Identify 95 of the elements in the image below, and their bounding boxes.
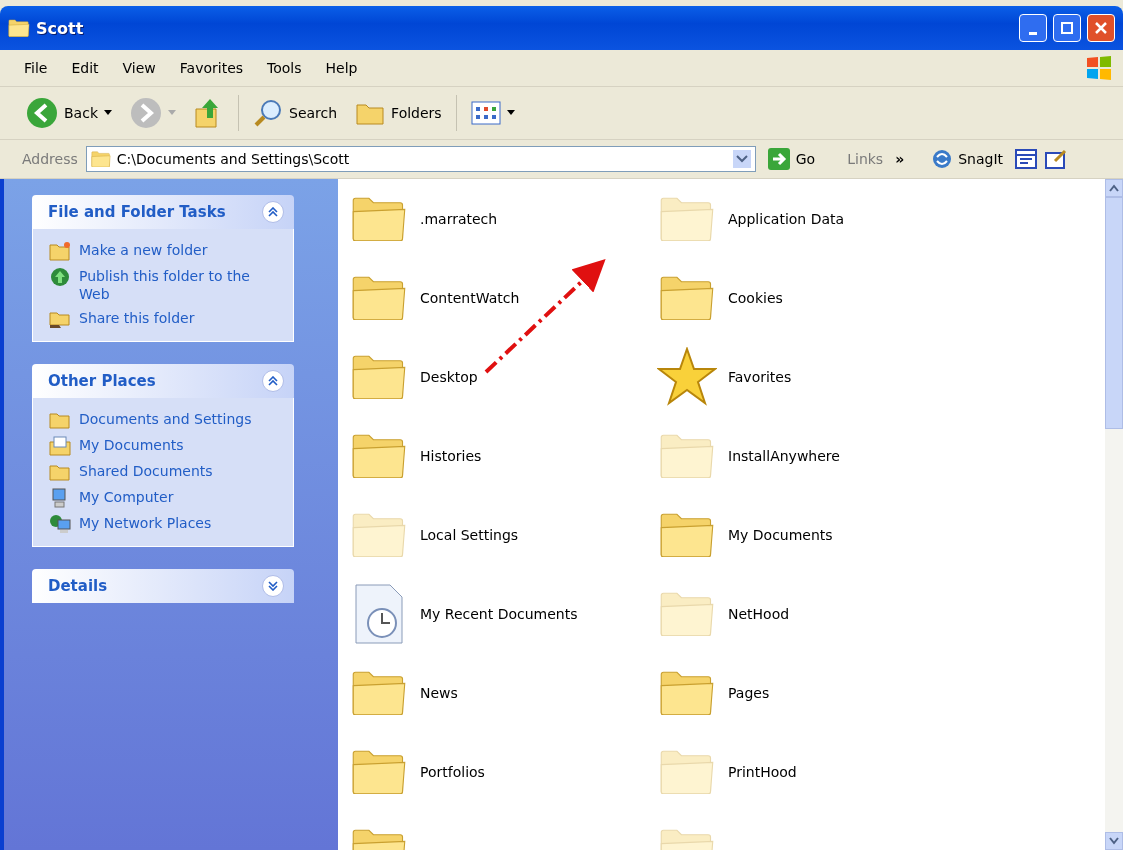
folder-icon [49, 462, 71, 482]
file-name[interactable]: Desktop [420, 368, 478, 385]
panel-toggle[interactable] [262, 370, 284, 392]
file-name[interactable]: Favorites [728, 368, 792, 385]
menu-item[interactable]: Help [323, 60, 360, 76]
panel-header[interactable]: File and Folder Tasks [32, 195, 294, 229]
search-icon [253, 98, 283, 128]
file-name[interactable]: PrintHood [728, 763, 797, 780]
file-name[interactable]: News [420, 684, 458, 701]
folder-icon [351, 195, 407, 242]
scroll-thumb[interactable] [1105, 197, 1123, 429]
file-name[interactable]: InstallAnywhere [728, 447, 840, 464]
links-chevron-button[interactable]: » [891, 149, 909, 169]
shared-folder-icon [49, 309, 71, 329]
file-name[interactable]: Histories [420, 447, 482, 464]
search-button[interactable]: Search [249, 96, 342, 130]
menu-item[interactable]: Favorites [177, 60, 246, 76]
globe-icon [49, 267, 71, 287]
task-link[interactable]: My Network Places [49, 514, 283, 534]
back-button[interactable]: Back [22, 95, 116, 131]
panel-title: File and Folder Tasks [48, 203, 226, 221]
caret-icon [168, 110, 176, 116]
file-name[interactable]: .marratech [420, 210, 498, 227]
go-button[interactable]: Go [763, 146, 820, 172]
maximize-icon [1061, 22, 1073, 34]
caret-icon [506, 110, 515, 116]
scroll-up-button[interactable] [1105, 179, 1123, 197]
panel-title: Details [48, 577, 108, 595]
file-name[interactable]: Pages [728, 684, 770, 701]
file-name[interactable]: My Documents [728, 526, 833, 543]
task-link[interactable]: Documents and Settings [49, 410, 283, 430]
file-name[interactable]: Local Settings [420, 526, 519, 543]
menu-item[interactable]: File [22, 60, 50, 76]
snagit-icon [932, 149, 953, 169]
collapse-icon [268, 376, 278, 386]
folder-icon [49, 410, 71, 430]
menu-item[interactable]: Tools [265, 60, 304, 76]
address-field[interactable]: C:\Documents and Settings\Scott [85, 146, 756, 172]
folder-icon [351, 669, 407, 716]
window-title: Scott [36, 18, 85, 38]
windows-logo-icon [1085, 55, 1113, 81]
file-name[interactable]: ContentWatch [420, 289, 520, 306]
panel-title: Other Places [48, 372, 156, 390]
task-link[interactable]: Make a new folder [49, 241, 283, 261]
folder-icon [90, 150, 111, 168]
panel-toggle[interactable] [262, 201, 284, 223]
task-link[interactable]: My Documents [49, 436, 283, 456]
network-icon [49, 514, 71, 534]
task-link[interactable]: Publish this folder to the Web [49, 267, 283, 303]
close-button[interactable] [1087, 14, 1115, 42]
edit-window-icon[interactable] [1045, 149, 1068, 169]
views-icon [470, 101, 501, 125]
task-link[interactable]: Share this folder [49, 309, 283, 329]
close-icon [1095, 22, 1107, 34]
task-link[interactable]: My Computer [49, 488, 283, 508]
folder-icon [659, 432, 715, 479]
folder-icon [351, 353, 407, 400]
folder-icon [659, 669, 715, 716]
folder-icon [659, 511, 715, 558]
expand-icon [268, 581, 278, 591]
caret-icon [104, 110, 112, 116]
menu-item[interactable]: View [120, 60, 158, 76]
folder-icon [351, 748, 407, 795]
folder-icon [659, 195, 715, 242]
folders-button[interactable]: Folders [351, 98, 446, 128]
address-label: Address [22, 151, 78, 167]
file-name[interactable]: Cookies [728, 289, 783, 306]
folder-icon [659, 274, 715, 321]
file-name[interactable]: My Recent Documents [420, 605, 578, 622]
task-link[interactable]: Shared Documents [49, 462, 283, 482]
menu-item[interactable]: Edit [69, 60, 101, 76]
folder-icon [8, 19, 30, 37]
star-icon [657, 346, 717, 407]
links-label: Links [847, 151, 884, 167]
file-name[interactable]: Portfolios [420, 763, 485, 780]
scroll-down-button[interactable] [1105, 832, 1123, 850]
window-layout-icon[interactable] [1015, 149, 1038, 169]
maximize-button[interactable] [1053, 14, 1081, 42]
documents-folder-icon [49, 436, 71, 456]
panel-header[interactable]: Other Places [32, 364, 294, 398]
file-name[interactable]: NetHood [728, 605, 790, 622]
minimize-icon [1029, 31, 1037, 35]
minimize-button[interactable] [1019, 14, 1047, 42]
new-folder-icon [49, 241, 71, 261]
folder-icon [659, 748, 715, 795]
document-clock-icon [352, 582, 406, 645]
panel-toggle[interactable] [262, 575, 284, 597]
collapse-icon [268, 207, 278, 217]
snagit-button[interactable]: SnagIt [928, 147, 1008, 171]
folder-icon [351, 511, 407, 558]
file-name[interactable]: Application Data [728, 210, 845, 227]
panel-header[interactable]: Details [32, 569, 294, 603]
folder-icon [351, 432, 407, 479]
folder-icon [351, 274, 407, 321]
folder-icon [659, 590, 715, 637]
